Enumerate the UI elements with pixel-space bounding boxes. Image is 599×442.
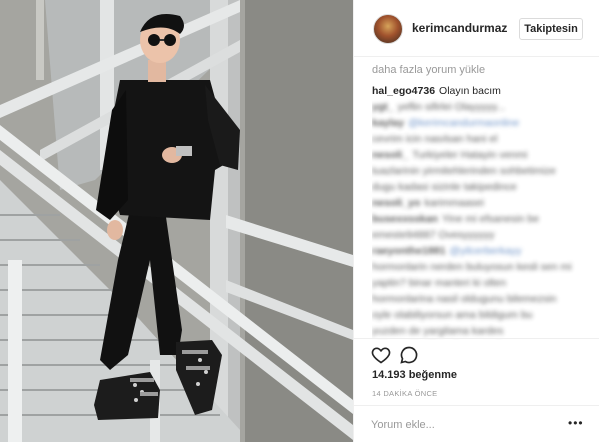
comment-item: busexxsskan Yine mi efsanesin be: [372, 212, 590, 226]
post-photo[interactable]: [0, 0, 353, 442]
post-header: kerimcandurmaz Takiptesin: [354, 0, 599, 57]
comment-item: yaptin? binar manteri ki olten: [372, 276, 590, 290]
likes-count[interactable]: 14.193 beğenme: [372, 369, 457, 381]
comment-item: yuzden de yargilama kardes: [372, 324, 590, 338]
comment-username[interactable]: nesoli_yo: [372, 197, 420, 209]
comment-item: nesoli_ Turkiyeler Hatayin venmi: [372, 148, 590, 162]
comment-item: oyle olabiliyorsun ama bildigum bu: [372, 308, 590, 322]
post-timestamp: 14 DAKİKA ÖNCE: [372, 389, 438, 398]
comment-text: dugu kadasi sizinle takipedince: [372, 181, 517, 193]
comment-item: cevrim icin nasılsan hani el: [372, 132, 590, 146]
load-more-comments-link[interactable]: daha fazla yorum yükle: [372, 64, 590, 76]
comment-text: hormonlarina nasil oldugunu bilemezsin: [372, 293, 557, 305]
comment-text: karimmaasei: [424, 197, 484, 209]
heart-outline-icon[interactable]: [371, 345, 391, 365]
comment-text: oyle olabiliyorsun ama bildigum bu: [372, 309, 533, 321]
comment-username[interactable]: kaylay: [372, 117, 404, 129]
comment-item: hal_ego4736 Olayın bacım: [372, 84, 590, 98]
comment-item: dugu kadasi sizinle takipedince: [372, 180, 590, 194]
comment-item: kaylay @kerimcandurmaonline: [372, 116, 590, 130]
comment-container: hal_ego4736 Olayın bacım ygt_ yeflin sifirl…: [372, 84, 590, 340]
speech-bubble-icon[interactable]: [399, 345, 419, 365]
comment-input[interactable]: [371, 416, 551, 434]
comment-item: hormonlarina nasil oldugunu bilemezsin: [372, 292, 590, 306]
post-image: [0, 0, 353, 442]
comment-text: Turkiyeler Hatayin venmi: [412, 149, 528, 161]
comments-list: daha fazla yorum yükle hal_ego4736 Olayın…: [372, 64, 590, 340]
post-actions: 14.193 beğenme 14 DAKİKA ÖNCE •••: [354, 338, 599, 442]
comment-username[interactable]: hal_ego4736: [372, 85, 435, 97]
comment-username[interactable]: raeyonthe1881: [372, 245, 446, 257]
comment-item: raeyonthe1881 @yilcerberkayy: [372, 244, 590, 258]
comment-text: hormonlarin nerden buluyosun kesli sen m…: [372, 261, 572, 273]
comment-text: Yine mi efsanesin be: [441, 213, 540, 225]
comment-username[interactable]: busexxsskan: [372, 213, 438, 225]
add-comment-bar: •••: [354, 405, 599, 442]
comment-text: emeste94887 Ovesyyyyyy: [372, 229, 495, 241]
comment-username[interactable]: ygt_: [372, 101, 394, 113]
comment-text: tuazlarinin yirmitehlerinden sohbetimize: [372, 165, 556, 177]
username[interactable]: kerimcandurmaz: [412, 21, 507, 35]
comment-username[interactable]: nesoli_: [372, 149, 408, 161]
comment-text: yaptin? binar manteri ki olten: [372, 277, 507, 289]
comment-text: @yilcerberkayy: [449, 245, 522, 257]
comment-item: hormonlarin nerden buluyosun kesli sen m…: [372, 260, 590, 274]
comment-item: tuazlarinin yirmitehlerinden sohbetimize: [372, 164, 590, 178]
post-details-panel: kerimcandurmaz Takiptesin daha fazla yor…: [353, 0, 599, 442]
comment-text: yuzden de yargilama kardes: [372, 325, 504, 337]
comment-text: @kerimcandurmaonline: [408, 117, 520, 129]
comment-text: cevrim icin nasılsan hani el: [372, 133, 498, 145]
comment-item: ygt_ yeflin sifirlei Olayyyyy...: [372, 100, 590, 114]
comment-text: yeflin sifirlei Olayyyyy...: [397, 101, 506, 113]
following-button[interactable]: Takiptesin: [519, 18, 583, 40]
comment-item: emeste94887 Ovesyyyyyy: [372, 228, 590, 242]
comment-item: nesoli_yo karimmaasei: [372, 196, 590, 210]
avatar[interactable]: [373, 14, 403, 44]
more-options-button[interactable]: •••: [568, 417, 584, 429]
comment-text: Olayın bacım: [439, 85, 501, 97]
